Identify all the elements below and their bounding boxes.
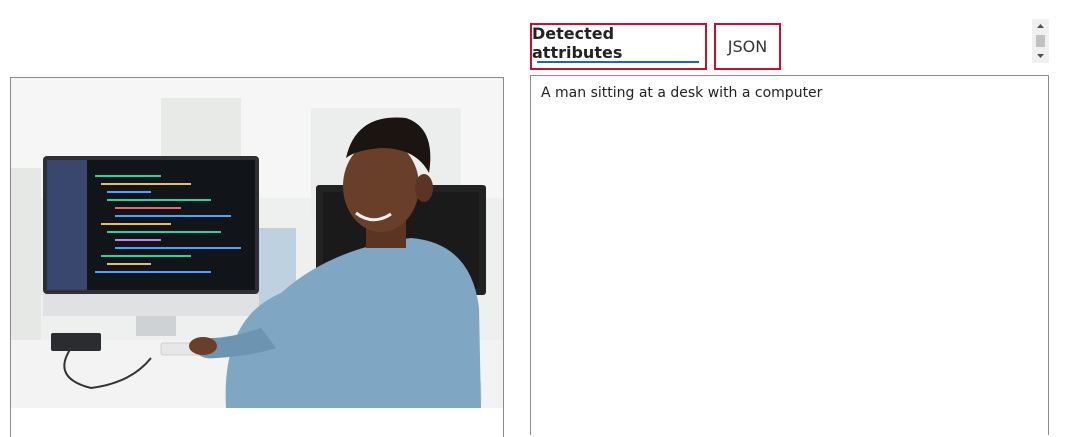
tab-json[interactable]: JSON xyxy=(714,23,781,70)
tab-detected-attributes-label: Detected attributes xyxy=(532,23,623,62)
caption-text: A man sitting at a desk with a computer xyxy=(541,85,823,101)
photo-man-at-computer xyxy=(11,78,503,408)
scroll-up-arrow-icon[interactable] xyxy=(1032,21,1049,31)
image-preview-panel xyxy=(10,77,504,437)
scroll-thumb[interactable] xyxy=(1036,35,1045,47)
scroll-down-arrow-icon[interactable] xyxy=(1032,51,1049,61)
active-tab-indicator xyxy=(537,61,699,63)
attributes-output-box[interactable]: A man sitting at a desk with a computer xyxy=(530,75,1049,435)
tabs-scrollbar[interactable] xyxy=(1032,19,1049,63)
tab-json-label: JSON xyxy=(727,37,768,56)
